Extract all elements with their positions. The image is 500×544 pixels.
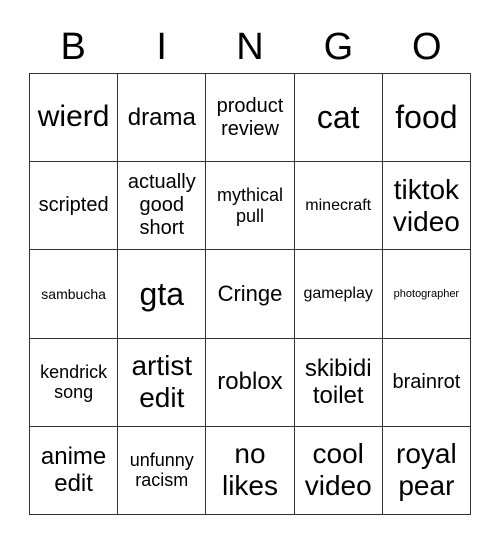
bingo-cell[interactable]: brainrot	[382, 338, 471, 427]
header-letter-i: I	[156, 26, 167, 68]
header-letter-n: N	[236, 26, 264, 68]
bingo-cell[interactable]: gta	[118, 250, 207, 339]
bingo-cell[interactable]: actually good short	[118, 162, 207, 251]
bingo-cell[interactable]: scripted	[30, 162, 119, 251]
bingo-cell[interactable]: unfunny racism	[118, 426, 207, 515]
bingo-cell[interactable]: artist edit	[118, 338, 207, 427]
bingo-cell[interactable]: gameplay	[294, 250, 383, 339]
bingo-cell[interactable]: cat	[294, 74, 383, 163]
bingo-cell[interactable]: food	[382, 74, 471, 163]
bingo-header: B I N G O	[29, 24, 471, 70]
bingo-cell[interactable]: tiktok video	[382, 162, 471, 251]
bingo-cell[interactable]: mythical pull	[206, 162, 295, 251]
bingo-cell[interactable]: royal pear	[382, 426, 471, 515]
header-letter-o: O	[412, 26, 442, 68]
bingo-cell[interactable]: photographer	[382, 250, 471, 339]
bingo-cell[interactable]: kendrick song	[30, 338, 119, 427]
bingo-cell[interactable]: Cringe	[206, 250, 295, 339]
bingo-cell[interactable]: cool video	[294, 426, 383, 515]
bingo-cell[interactable]: wierd	[30, 74, 119, 163]
bingo-cell[interactable]: sambucha	[30, 250, 119, 339]
header-letter-g: G	[323, 26, 354, 68]
bingo-grid: wierd drama product review cat food scri…	[29, 73, 471, 515]
bingo-cell[interactable]: drama	[118, 74, 207, 163]
header-letter-b: B	[60, 26, 86, 68]
bingo-cell[interactable]: skibidi toilet	[294, 338, 383, 427]
bingo-cell[interactable]: minecraft	[294, 162, 383, 251]
bingo-cell[interactable]: product review	[206, 74, 295, 163]
bingo-cell[interactable]: no likes	[206, 426, 295, 515]
bingo-cell[interactable]: anime edit	[30, 426, 119, 515]
bingo-cell[interactable]: roblox	[206, 338, 295, 427]
